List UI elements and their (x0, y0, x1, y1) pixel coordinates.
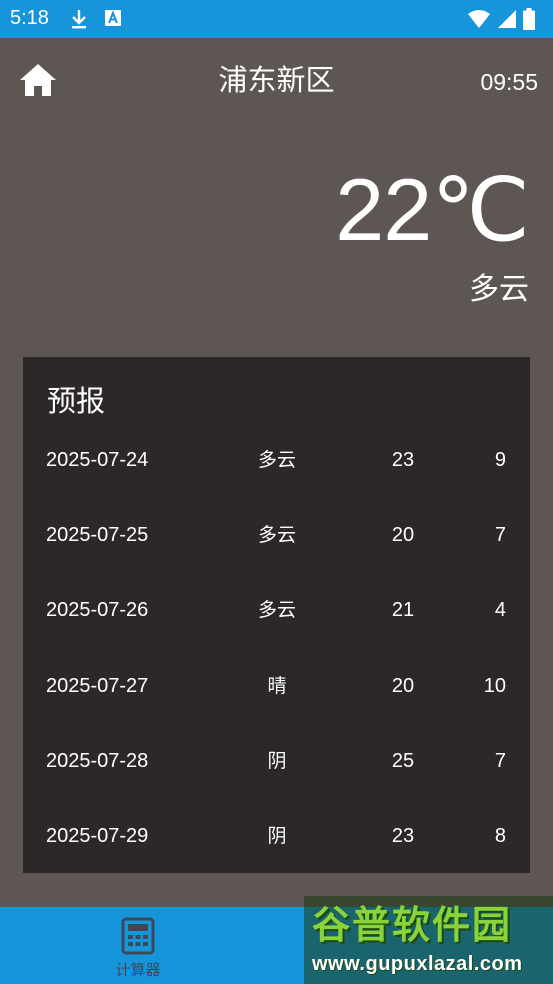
current-condition: 多云 (469, 272, 529, 307)
clock: 09:55 (480, 69, 538, 95)
forecast-date: 2025-07-24 (46, 449, 149, 471)
forecast-high: 23 (391, 825, 415, 847)
forecast-condition: 多云 (257, 599, 296, 621)
forecast-row: 2025-07-26 多云 21 4 (23, 590, 530, 630)
city-title: 浦东新区 (218, 63, 335, 97)
current-temperature: 22℃ (335, 160, 530, 259)
forecast-low: 4 (494, 599, 506, 621)
forecast-row: 2025-07-27 晴 20 10 (23, 666, 530, 706)
calculator-icon (121, 917, 155, 959)
nav-item-label: 计算器 (115, 961, 161, 979)
forecast-condition: 多云 (257, 524, 296, 546)
forecast-low: 8 (494, 825, 506, 847)
wifi-icon (467, 9, 491, 33)
forecast-condition: 晴 (267, 675, 287, 697)
status-bar: 5:18 (0, 0, 553, 38)
forecast-condition: 多云 (257, 449, 296, 471)
forecast-low: 7 (494, 750, 506, 772)
forecast-row: 2025-07-29 阴 23 8 (23, 816, 530, 856)
forecast-low: 9 (494, 449, 506, 471)
forecast-date: 2025-07-26 (46, 599, 149, 621)
forecast-condition: 阴 (267, 825, 287, 847)
forecast-row: 2025-07-25 多云 20 7 (23, 515, 530, 555)
forecast-high: 25 (391, 750, 415, 772)
forecast-row: 2025-07-28 阴 25 7 (23, 741, 530, 781)
forecast-title: 预报 (47, 384, 106, 418)
battery-icon (523, 8, 535, 34)
forecast-low: 7 (494, 524, 506, 546)
signal-icon (497, 9, 517, 33)
download-icon (68, 8, 90, 34)
forecast-date: 2025-07-29 (46, 825, 149, 847)
header: 浦东新区 09:55 (0, 38, 553, 118)
forecast-high: 20 (391, 675, 415, 697)
forecast-high: 20 (391, 524, 415, 546)
watermark-url: www.gupuxlazal.com (312, 953, 523, 975)
notification-a-icon (104, 8, 122, 32)
status-right-icons (467, 8, 535, 34)
forecast-row: 2025-07-24 多云 23 9 (23, 440, 530, 480)
forecast-condition: 阴 (267, 750, 287, 772)
forecast-low: 10 (483, 675, 506, 697)
watermark-title: 谷普软件园 (312, 903, 513, 947)
forecast-high: 21 (391, 599, 415, 621)
watermark: 谷普软件园 www.gupuxlazal.com (304, 896, 553, 984)
forecast-date: 2025-07-25 (46, 524, 149, 546)
nav-item-calculator[interactable]: 计算器 (69, 907, 207, 984)
status-time: 5:18 (10, 7, 49, 29)
forecast-high: 23 (391, 449, 415, 471)
forecast-date: 2025-07-28 (46, 750, 149, 772)
forecast-date: 2025-07-27 (46, 675, 149, 697)
forecast-panel: 预报 2025-07-24 多云 23 9 2025-07-25 多云 20 7… (23, 357, 530, 873)
